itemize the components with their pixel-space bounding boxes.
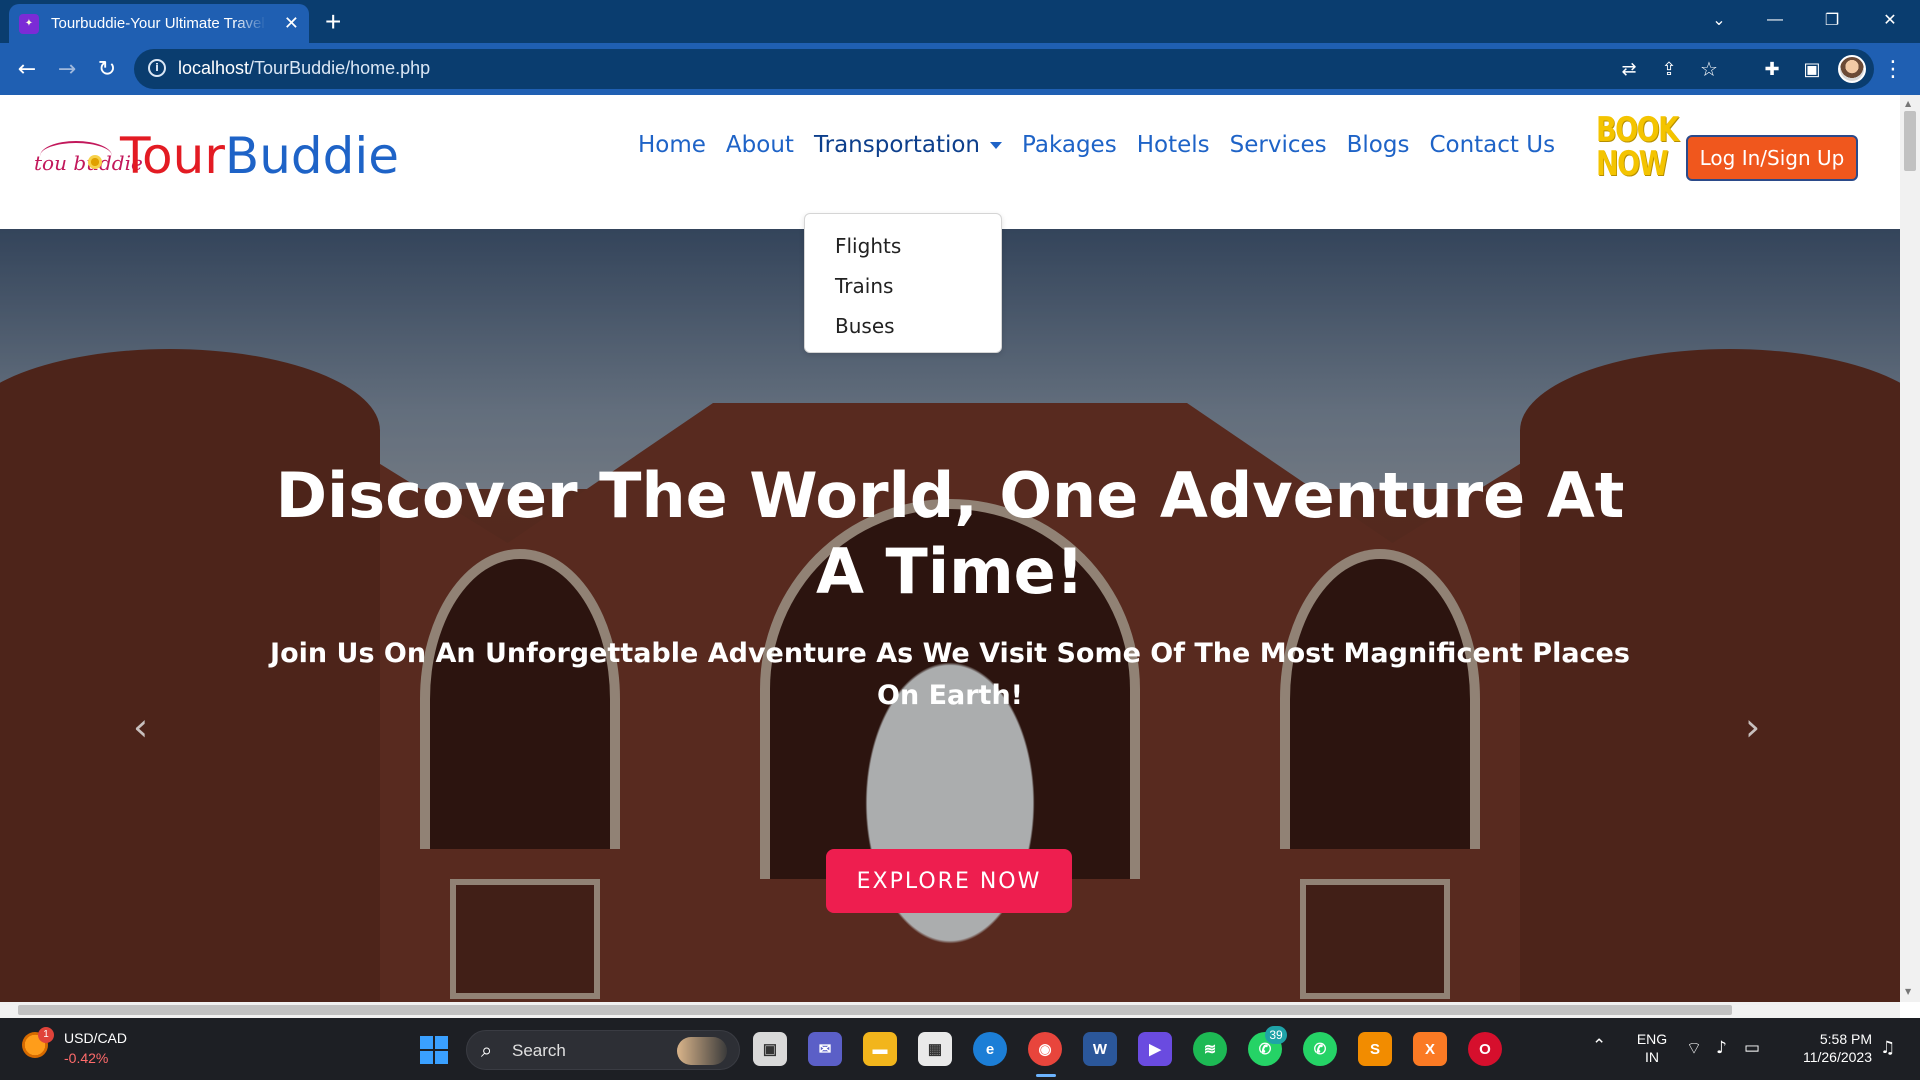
horizontal-scrollbar[interactable] (0, 1002, 1900, 1018)
tab-title: Tourbuddie-Your Ultimate Travel Buddie (51, 15, 266, 32)
back-icon[interactable]: ← (12, 54, 42, 84)
translate-icon[interactable]: ⇄ (1614, 54, 1644, 84)
search-highlight-image (677, 1037, 727, 1065)
dropdown-item-trains[interactable]: Trains (805, 266, 1001, 306)
browser-toolbar: ← → ↻ i localhost/TourBuddie/home.php ⇄ … (0, 43, 1920, 95)
nav-home[interactable]: Home (638, 132, 706, 158)
logo-mark[interactable]: tou buddie (34, 137, 143, 192)
restore-button[interactable]: ❐ (1804, 0, 1860, 40)
site-info-icon[interactable]: i (148, 59, 166, 77)
browser-titlebar: ✦ Tourbuddie-Your Ultimate Travel Buddie… (0, 0, 1920, 43)
extensions-icon[interactable]: ✚ (1757, 54, 1787, 84)
clock-date: 11/26/2023 (1802, 1049, 1872, 1065)
new-tab-button[interactable]: + (325, 6, 341, 38)
tray-chevron-up-icon[interactable]: ⌃ (1592, 1036, 1606, 1056)
share-icon[interactable]: ⇪ (1654, 54, 1684, 84)
forward-icon[interactable]: → (52, 54, 82, 84)
minimize-button[interactable]: — (1747, 0, 1803, 40)
windows-taskbar: 1 USD/CAD -0.42% ⌕ Search ▣ ✉ ▬ ▦ e ◉ W … (0, 1018, 1920, 1080)
brand-part-buddie: Buddie (224, 127, 400, 185)
teams-chat-icon[interactable]: ✉ (808, 1032, 842, 1066)
login-signup-button[interactable]: Log In/Sign Up (1686, 135, 1858, 181)
battery-icon[interactable]: ▭ (1744, 1038, 1760, 1058)
nav-transportation-label: Transportation (813, 132, 981, 158)
tab-close-icon[interactable]: ✕ (284, 13, 299, 34)
hero-subtitle: Join Us On An Unforgettable Adventure As… (270, 638, 1630, 711)
explore-now-button[interactable]: EXPLORE NOW (826, 849, 1072, 913)
whatsapp-badge: 39 (1265, 1026, 1287, 1044)
brand-part-tour: Tour (120, 127, 225, 185)
search-icon: ⌕ (481, 1038, 493, 1062)
sublime-text-icon[interactable]: S (1358, 1032, 1392, 1066)
dropdown-item-flights[interactable]: Flights (805, 226, 1001, 266)
stock-ticker-name[interactable]: USD/CAD (64, 1030, 127, 1046)
whatsapp-icon[interactable]: ✆ (1303, 1032, 1337, 1066)
profile-avatar[interactable] (1838, 55, 1866, 83)
edge-browser-icon[interactable]: e (973, 1032, 1007, 1066)
url-host: localhost (178, 58, 250, 78)
horizontal-scroll-thumb[interactable] (18, 1005, 1732, 1015)
search-label: Search (512, 1041, 566, 1060)
task-view-icon[interactable]: ▣ (753, 1032, 787, 1066)
menu-kebab-icon[interactable]: ⋮ (1878, 54, 1908, 84)
volume-icon[interactable]: ♪ (1716, 1038, 1727, 1058)
logo-flower-icon (88, 155, 102, 169)
clock[interactable]: 5:58 PM 11/26/2023 (1782, 1030, 1872, 1066)
reload-icon[interactable]: ↻ (92, 54, 122, 84)
nav-transportation[interactable]: Transportation (813, 132, 1003, 158)
start-button-icon[interactable] (420, 1036, 448, 1064)
close-window-button[interactable]: ✕ (1862, 0, 1918, 40)
book-now-line2: NOW (1596, 144, 1669, 184)
media-player-icon[interactable]: ▶ (1138, 1032, 1172, 1066)
hero-title: Discover The World, One Adventure At A T… (275, 459, 1625, 608)
chrome-browser-icon[interactable]: ◉ (1028, 1032, 1062, 1066)
opera-icon[interactable]: O (1468, 1032, 1502, 1066)
nav-about[interactable]: About (726, 132, 794, 158)
xampp-icon[interactable]: X (1413, 1032, 1447, 1066)
wifi-icon[interactable]: ⌔ (1686, 1038, 1702, 1059)
browser-tab[interactable]: ✦ Tourbuddie-Your Ultimate Travel Buddie… (9, 4, 309, 43)
bookmark-star-icon[interactable]: ☆ (1694, 54, 1724, 84)
word-icon[interactable]: W (1083, 1032, 1117, 1066)
file-explorer-icon[interactable]: ▬ (863, 1032, 897, 1066)
book-now-line1: BOOK (1596, 110, 1679, 150)
site-favicon-icon: ✦ (19, 13, 39, 34)
carousel-next-icon[interactable]: › (1745, 705, 1760, 749)
stock-ticker-change: -0.42% (64, 1050, 109, 1066)
page-viewport: Discover The World, One Adventure At A T… (0, 95, 1900, 1002)
vertical-scrollbar[interactable]: ▲ ▼ (1900, 95, 1920, 1002)
site-navbar: tou buddie TourBuddie Home About Transpo… (0, 95, 1900, 229)
clock-time: 5:58 PM (1819, 1031, 1872, 1047)
scroll-up-icon[interactable]: ▲ (1905, 99, 1911, 108)
dropdown-item-buses[interactable]: Buses (805, 306, 1001, 346)
side-panel-icon[interactable]: ▣ (1797, 54, 1827, 84)
region-code: IN (1645, 1049, 1659, 1065)
url-path: /TourBuddie/home.php (249, 58, 431, 78)
url-text[interactable]: localhost/TourBuddie/home.php (178, 58, 430, 79)
tab-search-icon[interactable]: ⌄ (1691, 0, 1747, 40)
microsoft-store-icon[interactable]: ▦ (918, 1032, 952, 1066)
widget-badge: 1 (38, 1027, 54, 1043)
nav-packages[interactable]: Pakages (1022, 132, 1117, 158)
book-now-badge[interactable]: BOOK NOW (1596, 110, 1679, 185)
main-nav: Home About Transportation Pakages Hotels… (638, 125, 1575, 165)
language-code: ENG (1636, 1031, 1668, 1047)
scroll-down-icon[interactable]: ▼ (1905, 987, 1911, 996)
vertical-scroll-thumb[interactable] (1904, 111, 1916, 171)
carousel-prev-icon[interactable]: ‹ (133, 705, 148, 749)
notification-bell-icon[interactable]: ♫ (1880, 1038, 1895, 1058)
brand-name[interactable]: TourBuddie (120, 127, 399, 185)
spotify-icon[interactable]: ≋ (1193, 1032, 1227, 1066)
nav-blogs[interactable]: Blogs (1347, 132, 1410, 158)
chrome-active-indicator (1036, 1074, 1056, 1077)
nav-services[interactable]: Services (1230, 132, 1327, 158)
language-indicator[interactable]: ENG IN (1632, 1030, 1672, 1066)
chevron-down-icon (990, 142, 1003, 149)
address-bar[interactable]: i localhost/TourBuddie/home.php ⇄ ⇪ ☆ (134, 49, 1874, 89)
transportation-dropdown: Flights Trains Buses (804, 213, 1002, 353)
taskbar-search[interactable]: ⌕ Search (466, 1030, 740, 1070)
nav-contact[interactable]: Contact Us (1429, 132, 1555, 158)
nav-hotels[interactable]: Hotels (1137, 132, 1210, 158)
